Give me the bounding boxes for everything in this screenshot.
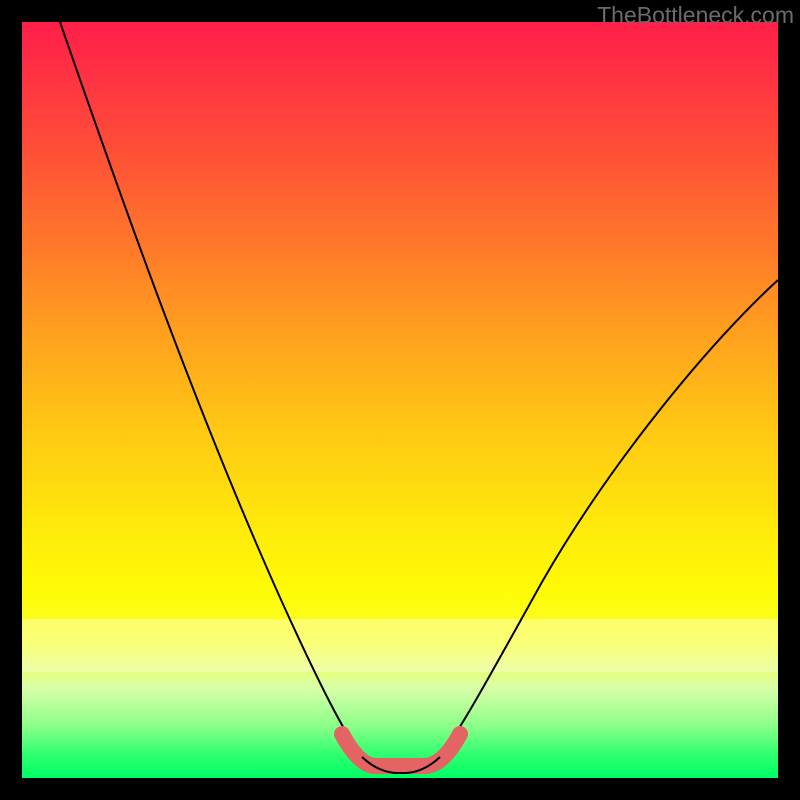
- trough-highlight: [342, 734, 460, 766]
- curve-right-branch: [440, 280, 778, 757]
- gradient-plot-area: [22, 22, 778, 778]
- watermark-text: TheBottleneck.com: [597, 2, 794, 29]
- pale-horizontal-band: [22, 619, 778, 672]
- plot-svg: [22, 22, 778, 778]
